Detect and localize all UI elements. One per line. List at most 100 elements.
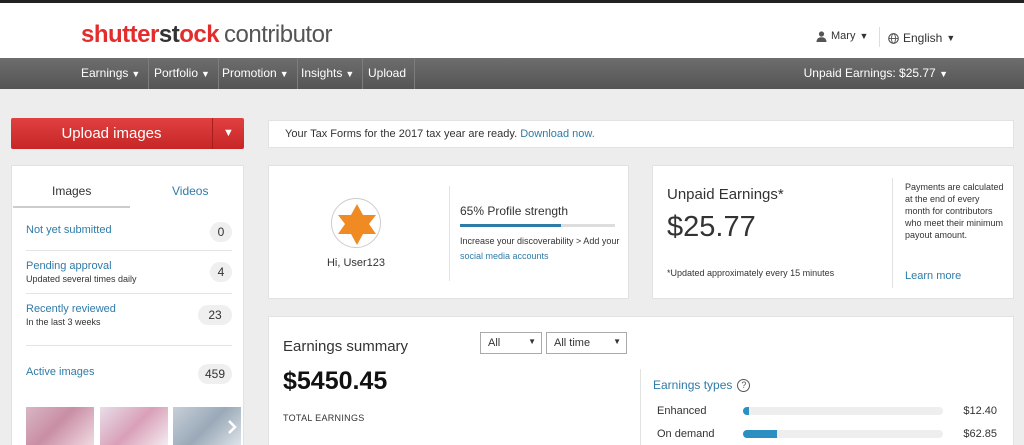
sidebar-item-not-yet-submitted[interactable]: Not yet submitted 0 bbox=[26, 222, 232, 242]
earnings-type-fill bbox=[743, 430, 777, 438]
profile-strength-fill bbox=[460, 224, 561, 227]
tax-banner-text: Your Tax Forms for the 2017 tax year are… bbox=[285, 128, 518, 140]
chevron-down-icon: ▼ bbox=[201, 69, 210, 79]
language-menu[interactable]: English ▼ bbox=[888, 31, 955, 45]
sidebar-item-pending-approval[interactable]: Pending approval Updated several times d… bbox=[26, 260, 232, 284]
earnings-summary-card: Earnings summary All ▼ All time ▼ $5450.… bbox=[268, 316, 1014, 445]
earnings-type-bar bbox=[743, 407, 943, 415]
profile-tip-text: Increase your discoverability > Add your bbox=[460, 236, 620, 246]
logo-brand: shutterstock bbox=[81, 21, 220, 48]
profile-tip: Increase your discoverability > Add your… bbox=[460, 234, 620, 264]
tab-videos[interactable]: Videos bbox=[172, 184, 208, 198]
nav-portfolio[interactable]: Portfolio ▼ bbox=[146, 58, 219, 89]
dropdown-arrow-icon: ▼ bbox=[528, 337, 536, 346]
nav-label: Insights bbox=[301, 66, 343, 80]
sidebar-item-recently-reviewed[interactable]: Recently reviewed In the last 3 weeks 23 bbox=[26, 303, 232, 327]
chevron-down-icon: ▼ bbox=[223, 127, 234, 139]
update-note: *Updated approximately every 15 minutes bbox=[667, 268, 835, 278]
nav-label: Upload bbox=[368, 66, 407, 80]
nav-label: Portfolio bbox=[154, 66, 199, 80]
top-bar: shutterstock contributor Mary ▼ English ▼ bbox=[0, 0, 1024, 58]
chevron-right-icon[interactable] bbox=[227, 419, 237, 435]
unpaid-earnings-label: Unpaid Earnings: $25.77 bbox=[803, 66, 936, 80]
sidebar-item-label[interactable]: Pending approval bbox=[26, 260, 232, 272]
shutterstock-logo[interactable]: shutterstock contributor bbox=[81, 21, 332, 49]
dropdown-arrow-icon: ▼ bbox=[613, 337, 621, 346]
language-label: English bbox=[903, 31, 943, 45]
tab-images[interactable]: Images bbox=[52, 184, 91, 198]
nav-label: Promotion bbox=[222, 66, 277, 80]
user-menu[interactable]: Mary ▼ bbox=[816, 30, 868, 42]
sidebar-item-active-images[interactable]: Active images 459 bbox=[26, 364, 232, 384]
earnings-type-row: On demand $62.85 bbox=[657, 428, 997, 440]
image-thumbnail[interactable] bbox=[26, 407, 94, 445]
unpaid-earnings-amount: $25.77 bbox=[667, 211, 756, 243]
earnings-types-heading[interactable]: Earnings types ? bbox=[653, 378, 751, 392]
upload-images-button[interactable]: Upload images ▼ bbox=[11, 118, 244, 149]
select-value: All bbox=[488, 337, 501, 349]
header-divider bbox=[879, 27, 880, 47]
portfolio-sidebar: Images Videos Not yet submitted 0 Pendin… bbox=[11, 165, 244, 445]
image-thumbnail[interactable] bbox=[100, 407, 168, 445]
chevron-down-icon: ▼ bbox=[946, 33, 956, 43]
globe-icon bbox=[888, 32, 899, 44]
profile-divider bbox=[449, 186, 450, 281]
tax-forms-banner: Your Tax Forms for the 2017 tax year are… bbox=[268, 120, 1014, 148]
nav-label: Earnings bbox=[81, 66, 129, 80]
count-badge: 4 bbox=[210, 262, 232, 282]
earnings-summary-title: Earnings summary bbox=[283, 338, 409, 355]
user-icon bbox=[816, 30, 827, 42]
earnings-type-select[interactable]: All ▼ bbox=[480, 332, 542, 354]
earnings-type-bar bbox=[743, 430, 943, 438]
image-thumbnail[interactable] bbox=[173, 407, 241, 445]
avatar-star-icon bbox=[338, 204, 376, 245]
chevron-down-icon: ▼ bbox=[859, 31, 869, 41]
total-earnings-amount: $5450.45 bbox=[283, 367, 388, 395]
download-now-link[interactable]: Download now. bbox=[520, 128, 595, 140]
sidebar-item-subtext: Updated several times daily bbox=[26, 274, 137, 284]
help-icon[interactable]: ? bbox=[737, 378, 751, 392]
earnings-type-row: Enhanced $12.40 bbox=[657, 405, 997, 417]
unpaid-earnings-card: Unpaid Earnings* $25.77 *Updated approxi… bbox=[652, 165, 1014, 299]
earnings-type-value: $12.40 bbox=[963, 405, 997, 417]
avatar[interactable] bbox=[331, 198, 381, 248]
profile-strength-bar bbox=[460, 224, 615, 227]
logo-sub: contributor bbox=[224, 21, 332, 48]
media-tabs: Images Videos bbox=[12, 166, 245, 208]
nav-earnings[interactable]: Earnings ▼ bbox=[73, 58, 150, 89]
sidebar-item-label[interactable]: Not yet submitted bbox=[26, 224, 232, 236]
nav-insights[interactable]: Insights ▼ bbox=[293, 58, 364, 89]
nav-upload[interactable]: Upload bbox=[360, 58, 416, 89]
unpaid-earnings-menu[interactable]: Unpaid Earnings: $25.77 ▼ bbox=[804, 58, 948, 89]
greeting: Hi, User123 bbox=[326, 257, 386, 269]
earnings-type-fill bbox=[743, 407, 749, 415]
select-value: All time bbox=[554, 337, 591, 349]
total-earnings-label: TOTAL EARNINGS bbox=[283, 413, 365, 423]
earnings-type-value: $62.85 bbox=[963, 428, 997, 440]
upload-dropdown-toggle[interactable]: ▼ bbox=[212, 118, 244, 149]
sidebar-divider bbox=[26, 293, 232, 294]
social-media-link[interactable]: social media accounts bbox=[460, 251, 549, 261]
unpaid-divider bbox=[892, 178, 893, 288]
earnings-types-title: Earnings types bbox=[653, 378, 733, 392]
count-badge: 0 bbox=[210, 222, 232, 242]
payment-note: Payments are calculated at the end of ev… bbox=[905, 182, 1004, 240]
chevron-down-icon: ▼ bbox=[131, 69, 141, 79]
count-badge: 23 bbox=[198, 305, 232, 325]
main-nav: Earnings ▼ Portfolio ▼ Promotion ▼ Insights… bbox=[0, 58, 1024, 89]
nav-promotion[interactable]: Promotion ▼ bbox=[214, 58, 298, 89]
earnings-type-label: On demand bbox=[657, 428, 715, 440]
profile-card: Hi, User123 65% Profile strength Increas… bbox=[268, 165, 629, 299]
sidebar-divider bbox=[26, 345, 232, 346]
earnings-type-label: Enhanced bbox=[657, 405, 707, 417]
learn-more-link[interactable]: Learn more bbox=[905, 270, 961, 282]
chevron-down-icon: ▼ bbox=[279, 69, 289, 79]
chevron-down-icon: ▼ bbox=[345, 69, 355, 79]
profile-strength-label: 65% Profile strength bbox=[460, 204, 569, 218]
sidebar-divider bbox=[26, 250, 232, 251]
logo-brand-accent: st bbox=[158, 21, 180, 48]
active-tab-indicator bbox=[13, 206, 130, 208]
user-name: Mary bbox=[831, 30, 856, 42]
chevron-down-icon: ▼ bbox=[939, 69, 948, 79]
period-select[interactable]: All time ▼ bbox=[546, 332, 627, 354]
